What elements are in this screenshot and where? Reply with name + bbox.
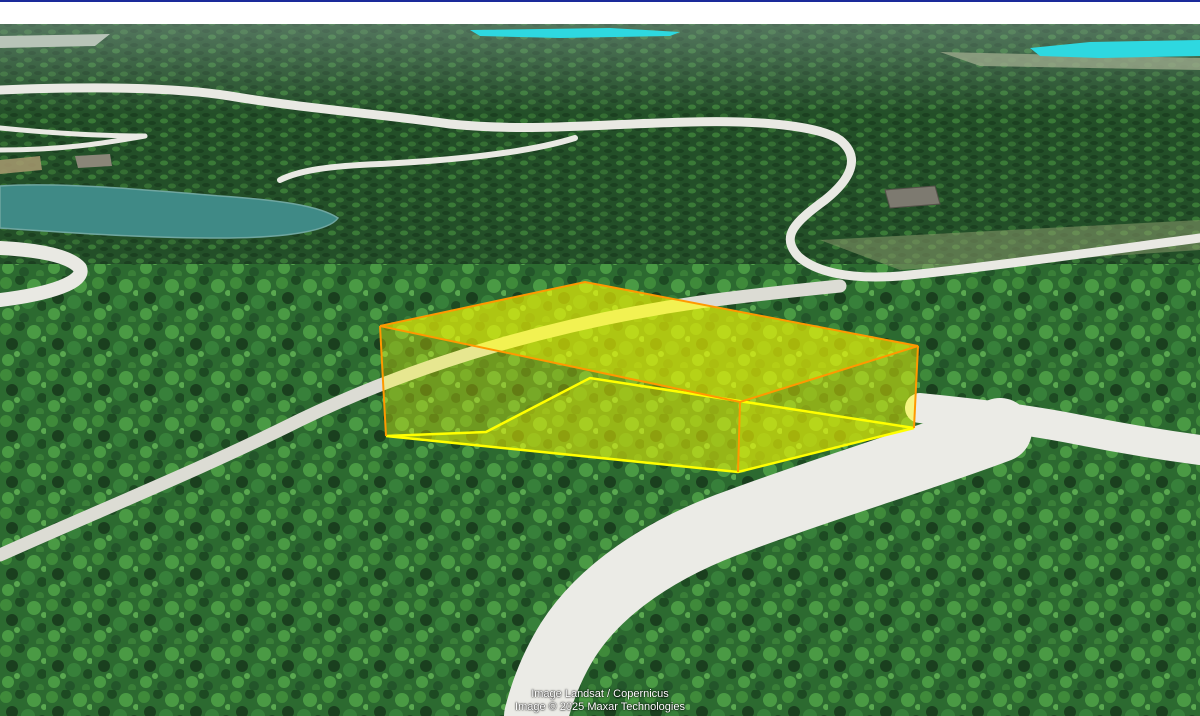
distant-clearing xyxy=(0,34,110,48)
satellite-map-view[interactable]: Image Landsat / Copernicus Image © 2025 … xyxy=(0,24,1200,716)
attribution-line-2: Image © 2025 Maxar Technologies xyxy=(515,701,685,713)
horizon-haze xyxy=(0,24,1200,114)
imagery-attribution: Image Landsat / Copernicus Image © 2025 … xyxy=(0,688,1200,714)
attribution-line-1: Image Landsat / Copernicus xyxy=(531,688,669,700)
house-left xyxy=(75,154,112,168)
map-canvas[interactable] xyxy=(0,24,1200,716)
top-strip xyxy=(0,2,1200,24)
house-right xyxy=(884,185,941,209)
